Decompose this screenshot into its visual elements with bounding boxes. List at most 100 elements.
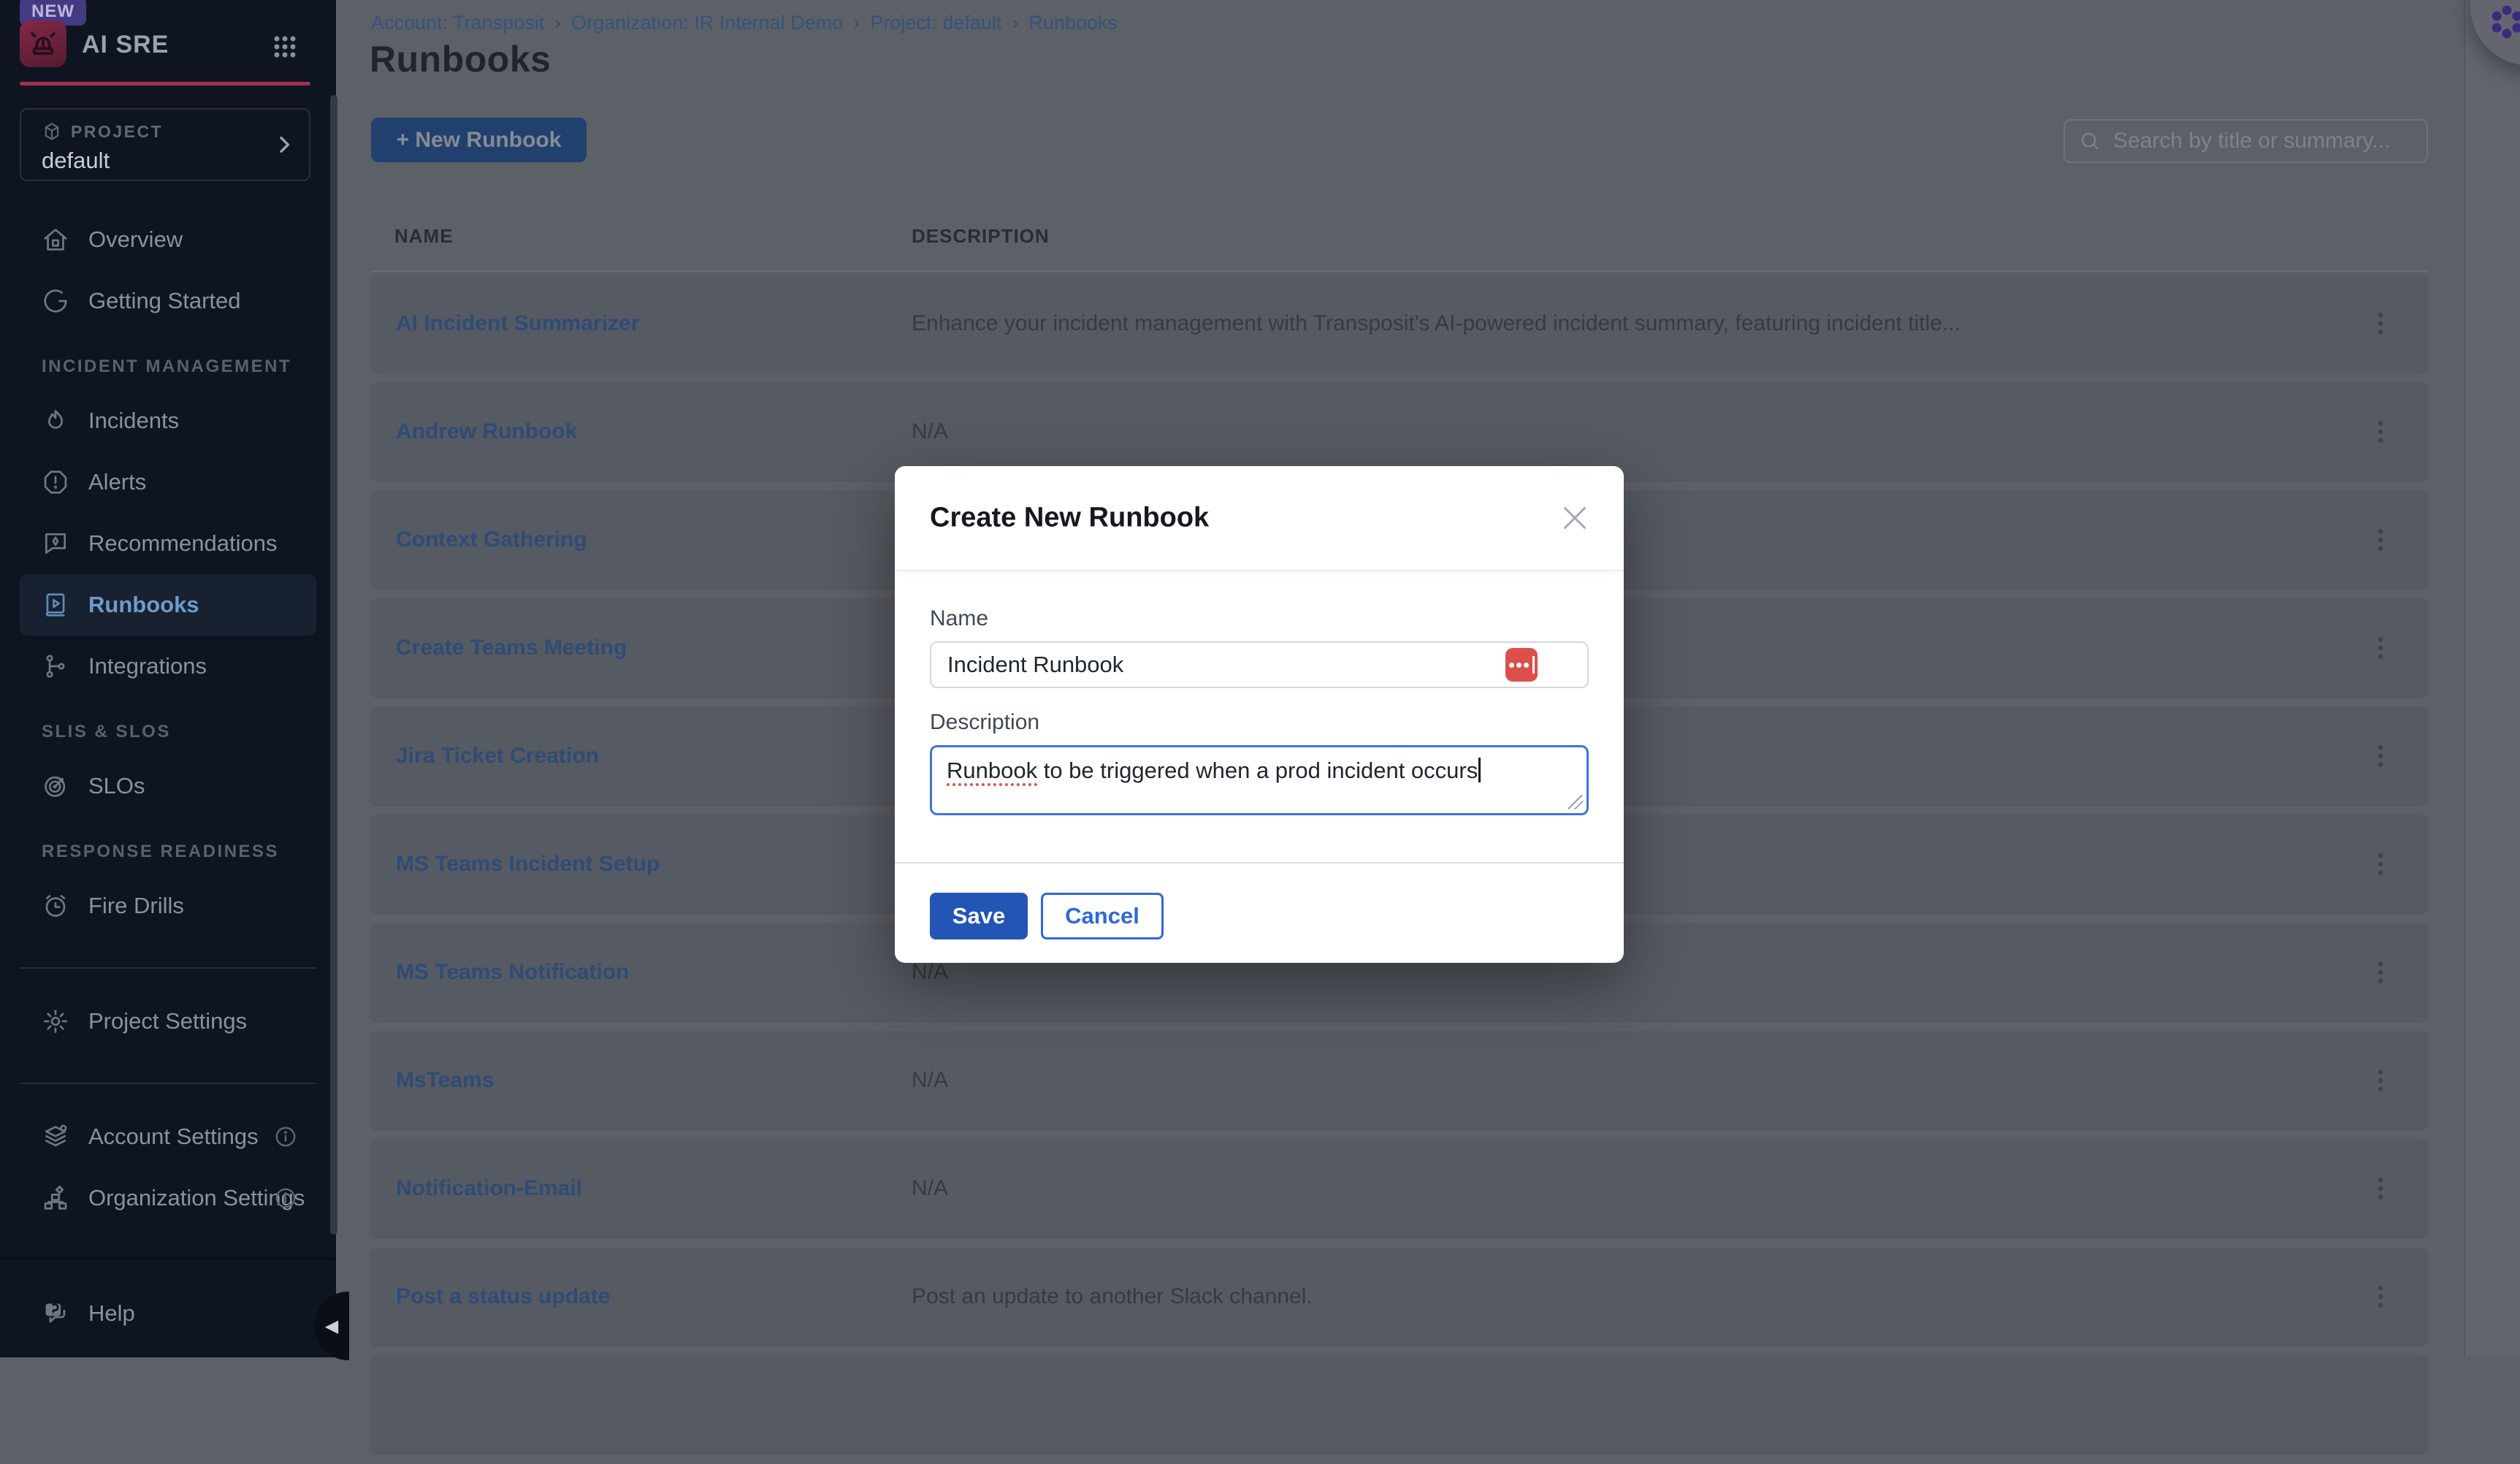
save-button[interactable]: Save bbox=[930, 893, 1028, 939]
sidebar-scrollbar[interactable] bbox=[330, 95, 337, 1235]
info-icon[interactable] bbox=[273, 1124, 298, 1149]
search-icon bbox=[2078, 129, 2101, 153]
sidebar-item-label: Incidents bbox=[88, 408, 179, 434]
column-header-name: NAME bbox=[394, 225, 454, 248]
sidebar-item-label: Organization Settings bbox=[88, 1185, 305, 1211]
org-settings-icon bbox=[42, 1184, 69, 1212]
project-selector[interactable]: PROJECT default bbox=[20, 108, 310, 181]
table-row: AI Incident Summarizer Enhance your incid… bbox=[371, 275, 2427, 372]
sidebar-section-heading: SLIS & SLOS bbox=[0, 709, 336, 755]
cancel-button[interactable]: Cancel bbox=[1041, 893, 1164, 939]
home-icon bbox=[42, 226, 69, 253]
resize-handle[interactable] bbox=[1568, 795, 1583, 809]
breadcrumb: Account: Transposit › Organization: IR Int… bbox=[371, 12, 1118, 34]
flower-icon bbox=[2488, 3, 2520, 41]
breadcrumb-link[interactable]: Organization: IR Internal Demo bbox=[571, 12, 843, 34]
sidebar-item-label: Runbooks bbox=[88, 592, 199, 618]
cube-icon bbox=[42, 121, 62, 142]
sidebar-divider bbox=[20, 967, 316, 969]
page-title: Runbooks bbox=[370, 38, 551, 80]
sidebar-divider bbox=[20, 1083, 316, 1084]
kebab-menu-icon[interactable] bbox=[2366, 736, 2395, 777]
page-scrollbar-gutter[interactable] bbox=[2464, 0, 2520, 1357]
close-icon[interactable] bbox=[1558, 501, 1592, 535]
account-settings-icon bbox=[42, 1123, 69, 1151]
kebab-menu-icon[interactable] bbox=[2366, 952, 2395, 993]
sidebar-item-help[interactable]: Help bbox=[0, 1283, 336, 1344]
runbook-name-link[interactable]: Post a status update bbox=[396, 1284, 610, 1309]
onepassword-autofill-icon[interactable] bbox=[1505, 648, 1538, 682]
gear-icon bbox=[42, 1007, 69, 1035]
sidebar-item-label: Fire Drills bbox=[88, 893, 184, 919]
sidebar-item-overview[interactable]: Overview bbox=[0, 209, 336, 270]
sidebar-item-label: Recommendations bbox=[88, 530, 277, 557]
breadcrumb-link[interactable]: Runbooks bbox=[1028, 12, 1118, 34]
info-icon[interactable] bbox=[273, 1186, 298, 1211]
alarm-clock-icon bbox=[42, 892, 69, 920]
runbook-name-link[interactable]: MsTeams bbox=[396, 1068, 495, 1093]
sidebar-item-integrations[interactable]: Integrations bbox=[0, 636, 336, 697]
modal-header: Create New Runbook bbox=[895, 466, 1624, 571]
app-logo bbox=[20, 20, 66, 67]
sidebar-section-heading: INCIDENT MANAGEMENT bbox=[0, 343, 336, 390]
app-title: AI SRE bbox=[82, 31, 169, 59]
kebab-menu-icon[interactable] bbox=[2366, 1276, 2395, 1317]
chevron-right-icon bbox=[272, 133, 296, 156]
runbook-description: N/A bbox=[912, 419, 948, 444]
runbook-name-link[interactable]: MS Teams Notification bbox=[396, 960, 629, 985]
sidebar-item-incidents[interactable]: Incidents bbox=[0, 390, 336, 451]
breadcrumb-link[interactable]: Account: Transposit bbox=[371, 12, 544, 34]
sidebar-item-project-settings[interactable]: Project Settings bbox=[0, 991, 336, 1052]
runbook-name-link[interactable]: Create Teams Meeting bbox=[396, 636, 627, 660]
kebab-menu-icon[interactable] bbox=[2366, 1060, 2395, 1101]
sidebar-item-recommendations[interactable]: Recommendations bbox=[0, 513, 336, 574]
sidebar-section-heading: RESPONSE READINESS bbox=[0, 828, 336, 875]
runbook-icon bbox=[42, 591, 69, 619]
runbook-name-link[interactable]: Context Gathering bbox=[396, 527, 587, 552]
sidebar-item-label: Account Settings bbox=[88, 1124, 259, 1150]
brand-divider bbox=[20, 82, 310, 85]
runbook-name-link[interactable]: Jira Ticket Creation bbox=[396, 744, 599, 769]
breadcrumb-separator: › bbox=[853, 12, 860, 34]
sidebar-item-label: Project Settings bbox=[88, 1008, 247, 1034]
runbook-name-link[interactable]: MS Teams Incident Setup bbox=[396, 852, 660, 877]
sidebar-item-slos[interactable]: SLOs bbox=[0, 755, 336, 817]
sidebar-item-fire-drills[interactable]: Fire Drills bbox=[0, 875, 336, 937]
new-runbook-button[interactable]: + New Runbook bbox=[371, 118, 587, 162]
kebab-menu-icon[interactable] bbox=[2366, 628, 2395, 668]
sidebar-item-account-settings[interactable]: Account Settings bbox=[0, 1106, 336, 1167]
breadcrumb-link[interactable]: Project: default bbox=[870, 12, 1001, 34]
kebab-menu-icon[interactable] bbox=[2366, 1168, 2395, 1209]
breadcrumb-separator: › bbox=[1012, 12, 1018, 34]
runbook-name-link[interactable]: Notification-Email bbox=[396, 1176, 582, 1201]
runbook-name-input[interactable] bbox=[930, 641, 1589, 688]
table-row: Notification-EmailN/A bbox=[371, 1140, 2427, 1237]
sidebar-item-runbooks[interactable]: Runbooks bbox=[20, 574, 316, 636]
sidebar-item-getting-started[interactable]: Getting Started bbox=[0, 270, 336, 332]
text-caret bbox=[1478, 758, 1481, 782]
name-label: Name bbox=[930, 606, 1589, 631]
sidebar-item-label: Getting Started bbox=[88, 288, 241, 314]
flame-icon bbox=[42, 407, 69, 435]
sidebar-item-alerts[interactable]: Alerts bbox=[0, 451, 336, 513]
modal-body: Name Description Runbook to be triggered… bbox=[895, 571, 1624, 815]
kebab-menu-icon[interactable] bbox=[2366, 519, 2395, 560]
sidebar-divider bbox=[0, 1258, 336, 1259]
runbook-name-link[interactable]: Andrew Runbook bbox=[396, 419, 577, 444]
sidebar-item-label: SLOs bbox=[88, 773, 145, 799]
kebab-menu-icon[interactable] bbox=[2366, 844, 2395, 885]
integrations-icon bbox=[42, 652, 69, 680]
kebab-menu-icon[interactable] bbox=[2366, 411, 2395, 452]
runbook-description-textarea[interactable]: Runbook to be triggered when a prod inci… bbox=[930, 745, 1589, 815]
sidebar-item-label: Alerts bbox=[88, 469, 146, 495]
runbook-name-link[interactable]: AI Incident Summarizer bbox=[396, 311, 639, 336]
app-grid-icon[interactable] bbox=[269, 31, 301, 63]
search-input[interactable] bbox=[2101, 121, 2427, 161]
progress-circle-icon bbox=[42, 287, 69, 315]
runbook-description: Enhance your incident management with Tr… bbox=[912, 311, 1960, 336]
sidebar-item-label: Overview bbox=[88, 226, 183, 253]
table-row: Post a status updatePost an update to an… bbox=[371, 1248, 2427, 1345]
sidebar-item-organization-settings[interactable]: Organization Settings bbox=[0, 1167, 336, 1229]
modal-title: Create New Runbook bbox=[930, 503, 1209, 534]
kebab-menu-icon[interactable] bbox=[2366, 303, 2395, 344]
